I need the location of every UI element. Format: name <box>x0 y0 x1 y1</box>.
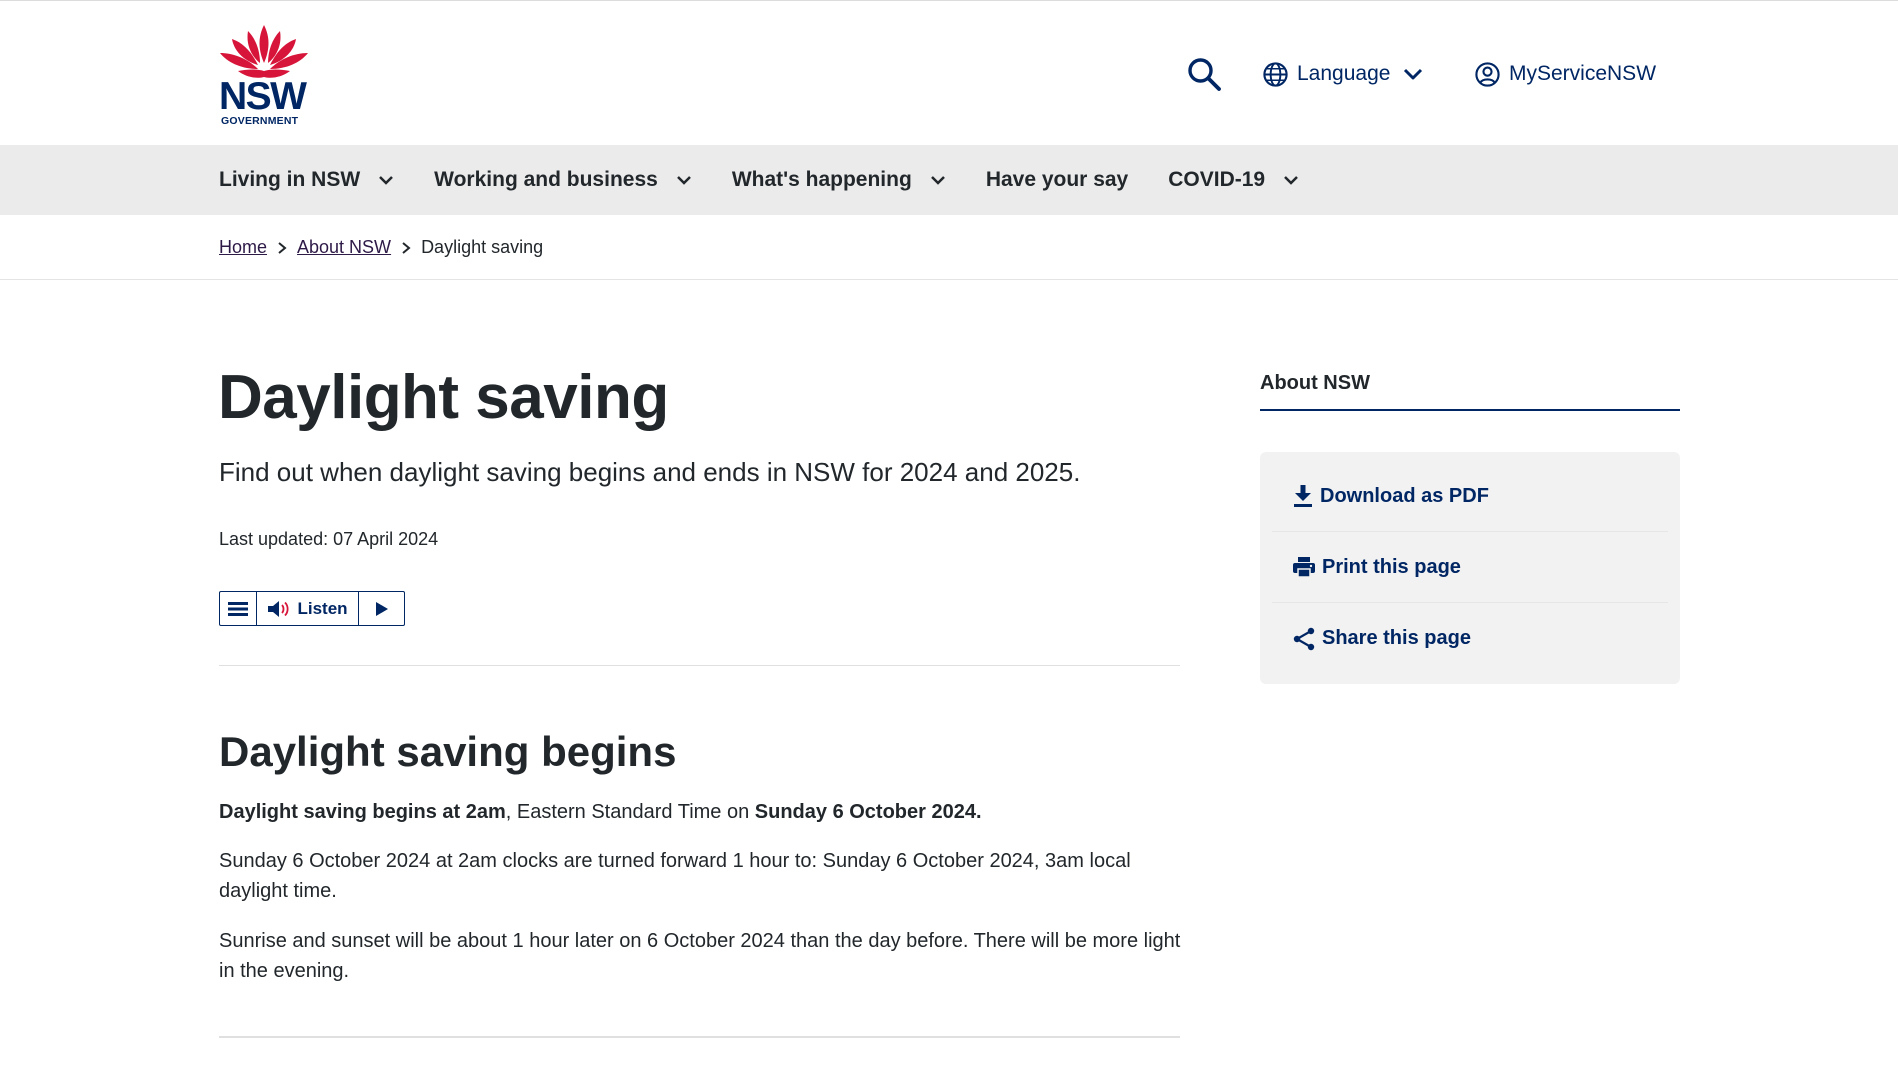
page-intro: Find out when daylight saving begins and… <box>219 457 1081 487</box>
menu-icon <box>228 601 248 616</box>
globe-icon <box>1263 61 1288 87</box>
nav-item-label: Living in NSW <box>219 168 361 191</box>
section-paragraph: Daylight saving begins at 2am, Eastern S… <box>219 797 1184 827</box>
chevron-down-icon <box>930 176 945 185</box>
page-actions: Download as PDF Print this page Share th… <box>1260 452 1680 684</box>
user-circle-icon <box>1475 61 1500 87</box>
search-icon <box>1188 58 1221 91</box>
listen-player: Listen <box>219 591 405 626</box>
breadcrumb-about-link[interactable]: About NSW <box>297 237 391 258</box>
breadcrumb: Home About NSW Daylight saving <box>219 237 543 258</box>
nav-item-covid-19[interactable]: COVID-19 <box>1168 145 1299 215</box>
print-icon <box>1293 557 1315 578</box>
paragraph-text: , Eastern Standard Time on <box>505 801 755 823</box>
myservicensw-link[interactable]: MyServiceNSW <box>1474 51 1656 97</box>
main-navigation: Living in NSW Working and business What'… <box>0 145 1898 215</box>
play-button[interactable] <box>359 592 404 625</box>
site-header: NSW GOVERNMENT Language MyServiceNSW <box>0 0 1898 145</box>
nav-item-have-your-say[interactable]: Have your say <box>986 145 1128 215</box>
listen-label: Listen <box>297 598 348 618</box>
section-title: Daylight saving begins <box>219 728 677 775</box>
share-icon <box>1293 627 1315 650</box>
language-selector[interactable]: Language <box>1262 51 1424 97</box>
chevron-right-icon <box>402 241 411 254</box>
logo-wordmark: NSW <box>219 75 307 118</box>
nav-item-living-in-nsw[interactable]: Living in NSW <box>219 145 394 215</box>
breadcrumb-home-link[interactable]: Home <box>219 237 267 258</box>
sidebar-underline <box>1260 409 1680 411</box>
myservicensw-label: MyServiceNSW <box>1509 62 1657 85</box>
play-icon <box>375 601 388 616</box>
nsw-government-logo[interactable]: NSW GOVERNMENT <box>218 23 310 127</box>
action-label: Share this page <box>1322 627 1471 649</box>
nav-item-working-and-business[interactable]: Working and business <box>434 145 692 215</box>
speaker-icon <box>268 600 289 617</box>
waratah-icon <box>220 25 308 78</box>
chevron-down-icon <box>1284 176 1298 185</box>
nav-item-label: COVID-19 <box>1168 168 1266 191</box>
divider <box>219 665 1180 666</box>
section-paragraph: Sunrise and sunset will be about 1 hour … <box>219 930 1181 982</box>
logo-subword: GOVERNMENT <box>221 115 299 127</box>
search-button[interactable] <box>1178 51 1230 97</box>
nav-item-label: Have your say <box>985 168 1129 191</box>
breadcrumb-bar: Home About NSW Daylight saving <box>0 215 1898 280</box>
action-label: Print this page <box>1322 555 1461 578</box>
action-label: Download as PDF <box>1320 484 1489 507</box>
nav-item-label: What's happening <box>731 168 912 191</box>
listen-menu-button[interactable] <box>220 592 257 625</box>
download-pdf-button[interactable]: Download as PDF <box>1272 461 1668 532</box>
sidebar-heading-about-nsw[interactable]: About NSW <box>1260 372 1370 395</box>
bold-text: Daylight saving begins at 2am <box>219 801 506 823</box>
page-title: Daylight saving <box>218 363 669 432</box>
chevron-down-icon <box>379 176 394 185</box>
section-paragraph: Sunday 6 October 2024 at 2am clocks are … <box>219 850 1131 902</box>
chevron-right-icon <box>278 241 287 254</box>
download-icon <box>1294 485 1312 507</box>
last-updated: Last updated: 07 April 2024 <box>219 529 439 549</box>
listen-button[interactable]: Listen <box>257 592 359 625</box>
divider <box>219 1036 1180 1038</box>
bold-text: Sunday 6 October 2024. <box>754 801 982 823</box>
print-page-button[interactable]: Print this page <box>1272 532 1668 603</box>
nav-item-whats-happening[interactable]: What's happening <box>732 145 946 215</box>
share-page-button[interactable]: Share this page <box>1272 603 1668 674</box>
nav-item-label: Working and business <box>434 168 658 191</box>
breadcrumb-current: Daylight saving <box>421 237 544 257</box>
language-label: Language <box>1297 62 1391 85</box>
chevron-down-icon <box>676 176 691 185</box>
chevron-down-icon <box>1404 68 1423 80</box>
